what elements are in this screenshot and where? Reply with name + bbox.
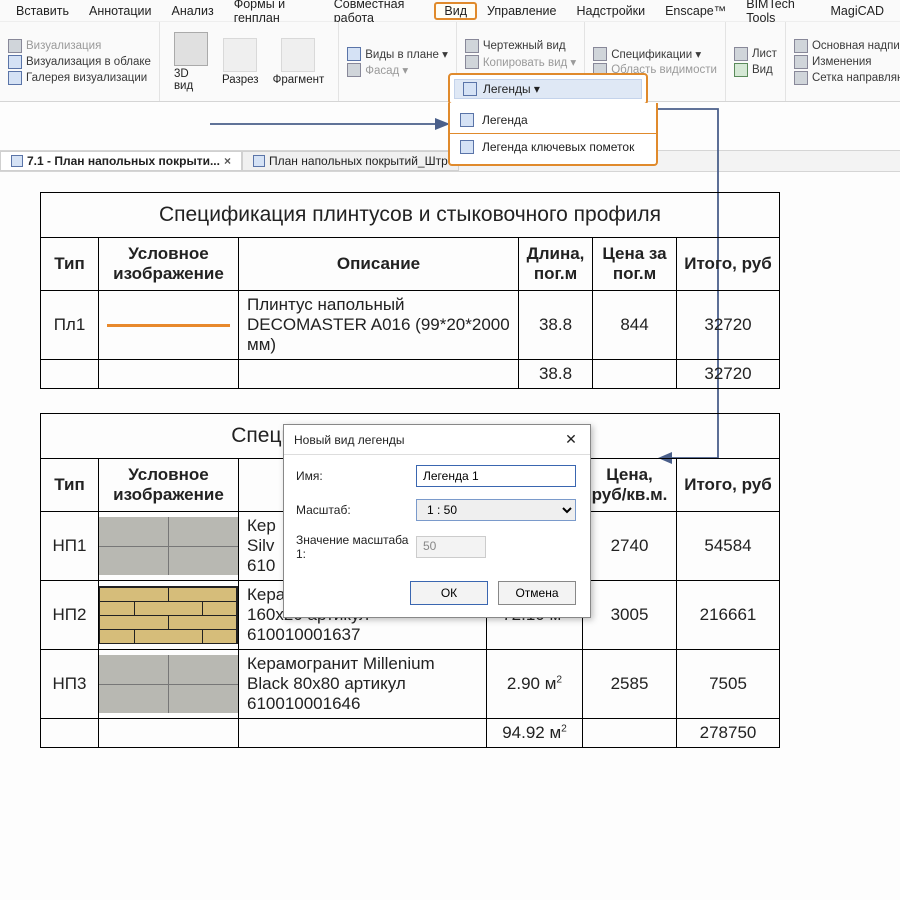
- scale-value-readonly: 50: [416, 536, 486, 558]
- viz-cloud-button[interactable]: Визуализация в облаке: [8, 55, 151, 69]
- section-button[interactable]: Разрез: [216, 26, 265, 97]
- table-row: Пл1 Плинтус напольный DECOMASTER A016 (9…: [41, 291, 780, 360]
- menu-manage[interactable]: Управление: [477, 2, 567, 20]
- col-price: Цена, руб/кв.м.: [583, 459, 677, 512]
- table-row: НП3 Керамогранит Millenium Black 80x80 а…: [41, 650, 780, 719]
- col-type: Тип: [41, 459, 99, 512]
- doc-tab-2[interactable]: План напольных покрытий_Штр: [242, 151, 459, 171]
- legend-icon: [463, 82, 477, 96]
- col-len: Длина, пог.м: [519, 238, 593, 291]
- name-input[interactable]: [416, 465, 576, 487]
- schedules-button[interactable]: Спецификации ▾: [593, 47, 717, 61]
- menu-enscape[interactable]: Enscape™: [655, 2, 736, 20]
- menu-addins[interactable]: Надстройки: [567, 2, 656, 20]
- duplicate-view-button[interactable]: Копировать вид ▾: [465, 55, 576, 69]
- sheet-button[interactable]: Лист: [734, 47, 777, 61]
- ok-button[interactable]: ОК: [410, 581, 488, 605]
- name-label: Имя:: [296, 469, 416, 483]
- menu-analyze[interactable]: Анализ: [161, 2, 223, 20]
- doc-tab-1[interactable]: 7.1 - План напольных покрыти... ×: [0, 151, 242, 171]
- table-row: 38.8 32720: [41, 360, 780, 389]
- tile-swatch: [99, 517, 238, 575]
- drafting-view-button[interactable]: Чертежный вид: [465, 39, 576, 53]
- menu-annotate[interactable]: Аннотации: [79, 2, 161, 20]
- scale-value-label: Значение масштаба 1:: [296, 533, 416, 561]
- col-symbol: Условное изображение: [99, 459, 239, 512]
- revisions-button[interactable]: Изменения: [794, 55, 900, 69]
- close-icon[interactable]: ✕: [562, 431, 580, 448]
- callout-button[interactable]: Фрагмент: [267, 26, 331, 97]
- menu-insert[interactable]: Вставить: [6, 2, 79, 20]
- elevation-button[interactable]: Фасад ▾: [347, 63, 448, 77]
- menu-magicad[interactable]: MagiCAD: [821, 2, 895, 20]
- col-total: Итого, руб: [677, 238, 780, 291]
- table-title: Спецификация плинтусов и стыковочного пр…: [41, 193, 780, 238]
- keynote-icon: [460, 140, 474, 154]
- guide-grid-button[interactable]: Сетка направляющ: [794, 71, 900, 85]
- cancel-button[interactable]: Отмена: [498, 581, 576, 605]
- table-row: 94.92 м2 278750: [41, 719, 780, 748]
- brick-swatch: [99, 586, 238, 644]
- plinth-swatch: [107, 324, 230, 327]
- dialog-title: Новый вид легенды: [294, 433, 405, 447]
- legend-icon: [460, 113, 474, 127]
- viz-button[interactable]: Визуализация: [8, 39, 151, 53]
- view-button[interactable]: Вид: [734, 63, 777, 77]
- col-symbol: Условное изображение: [99, 238, 239, 291]
- legend-item[interactable]: Легенда: [450, 107, 656, 133]
- planviews-button[interactable]: Виды в плане ▾: [347, 47, 448, 61]
- scale-select[interactable]: 1 : 50: [416, 499, 576, 521]
- col-total: Итого, руб: [677, 459, 780, 512]
- titleblock-button[interactable]: Основная надпись: [794, 39, 900, 53]
- scale-label: Масштаб:: [296, 503, 416, 517]
- legends-dropdown-head[interactable]: Легенды ▾: [454, 79, 642, 99]
- annotation-arrow-1: [210, 110, 450, 140]
- col-type: Тип: [41, 238, 99, 291]
- col-price: Цена за пог.м: [593, 238, 677, 291]
- close-icon[interactable]: ×: [224, 154, 231, 168]
- new-legend-dialog: Новый вид легенды ✕ Имя: Масштаб: 1 : 50…: [283, 424, 591, 618]
- legends-dropdown[interactable]: Легенды ▾ Легенда Легенда ключевых помет…: [448, 73, 648, 105]
- doc-icon: [253, 155, 265, 167]
- table-plinth: Спецификация плинтусов и стыковочного пр…: [40, 192, 780, 389]
- keynote-legend-item[interactable]: Легенда ключевых пометок: [450, 133, 656, 160]
- legends-submenu: Легенда Легенда ключевых пометок: [448, 103, 658, 166]
- col-desc: Описание: [239, 238, 519, 291]
- menu-view[interactable]: Вид: [434, 2, 477, 20]
- 3dview-button[interactable]: 3D вид: [168, 26, 214, 97]
- dark-tile-swatch: [99, 655, 238, 713]
- doc-icon: [11, 155, 23, 167]
- viz-gallery-button[interactable]: Галерея визуализации: [8, 71, 151, 85]
- menubar[interactable]: Вставить Аннотации Анализ Формы и генпла…: [0, 0, 900, 22]
